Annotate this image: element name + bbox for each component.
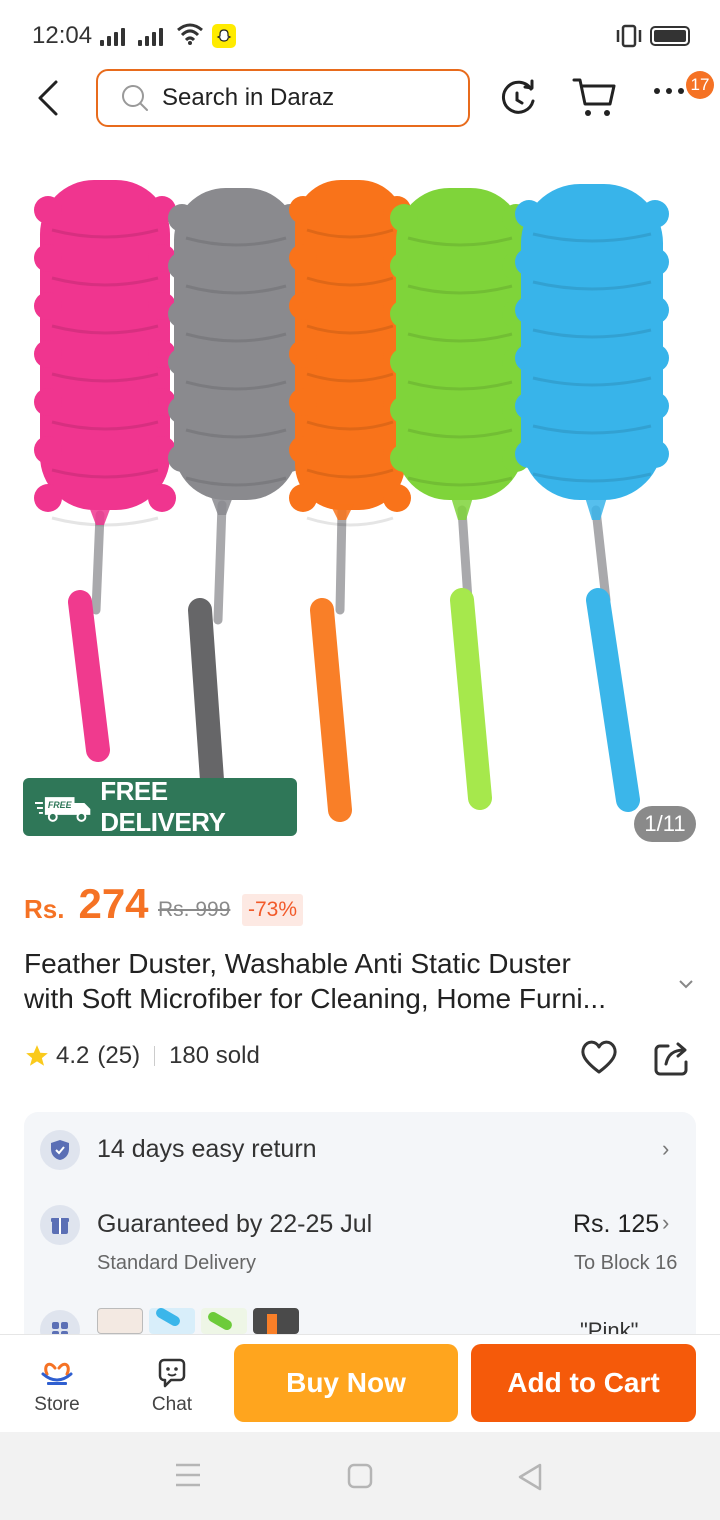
price: Rs. 274 bbox=[24, 880, 149, 928]
battery-icon bbox=[650, 26, 690, 46]
dusters-illustration bbox=[34, 180, 669, 822]
buy-now-button[interactable]: Buy Now bbox=[234, 1344, 458, 1422]
price-value: 274 bbox=[78, 880, 149, 927]
add-to-cart-button[interactable]: Add to Cart bbox=[471, 1344, 696, 1422]
variant-thumb[interactable] bbox=[253, 1308, 299, 1334]
cart-badge: 17 bbox=[686, 71, 714, 99]
price-currency: Rs. bbox=[24, 894, 65, 924]
duster-3 bbox=[289, 180, 411, 822]
return-policy-text[interactable]: 14 days easy return bbox=[97, 1135, 317, 1164]
search-placeholder: Search in Daraz bbox=[162, 84, 335, 111]
variant-icon bbox=[40, 1310, 80, 1334]
delivery-truck-icon: FREE bbox=[35, 797, 91, 822]
original-price: Rs. 999 bbox=[158, 898, 231, 921]
duster-4 bbox=[390, 188, 530, 810]
delivery-guarantee-text[interactable]: Guaranteed by 22-25 Jul bbox=[97, 1210, 372, 1239]
variant-thumb[interactable] bbox=[97, 1308, 143, 1334]
chevron-right-icon[interactable]: › bbox=[662, 1210, 669, 1236]
wifi-icon bbox=[177, 23, 203, 45]
discount-badge: -73% bbox=[242, 894, 304, 926]
free-delivery-badge: FREE FREE DELIVERY bbox=[23, 776, 297, 837]
back-icon[interactable] bbox=[30, 78, 70, 118]
delivery-fee: Rs. 125 bbox=[573, 1210, 660, 1238]
duster-2 bbox=[168, 188, 304, 792]
sold-count: 180 sold bbox=[169, 1042, 260, 1069]
search-input[interactable]: Search in Daraz bbox=[96, 69, 470, 127]
rating-row[interactable]: 4.2 (25) 180 sold bbox=[24, 1042, 260, 1070]
delivery-box-icon bbox=[40, 1205, 80, 1245]
chat-icon bbox=[158, 1358, 186, 1388]
signal-icon bbox=[138, 28, 163, 46]
signal-icon bbox=[100, 28, 125, 46]
free-small-text: FREE bbox=[48, 800, 73, 810]
share-icon[interactable] bbox=[652, 1038, 692, 1076]
variant-thumb[interactable] bbox=[201, 1308, 247, 1334]
duster-1 bbox=[34, 180, 176, 762]
rating-score: 4.2 bbox=[56, 1042, 90, 1069]
product-title[interactable]: Feather Duster, Washable Anti Static Dus… bbox=[24, 946, 674, 1016]
snapchat-icon bbox=[212, 24, 236, 48]
back-nav-icon[interactable] bbox=[516, 1462, 544, 1492]
divider bbox=[154, 1046, 156, 1066]
chat-label: Chat bbox=[151, 1394, 193, 1415]
title-line-1: Feather Duster, Washable Anti Static Dus… bbox=[24, 948, 571, 979]
delivery-location[interactable]: To Block 16 bbox=[574, 1252, 677, 1275]
heart-icon[interactable] bbox=[579, 1038, 619, 1076]
menu-icon[interactable] bbox=[174, 1462, 202, 1488]
title-line-2: with Soft Microfiber for Cleaning, Home … bbox=[24, 983, 606, 1014]
chevron-down-icon[interactable] bbox=[676, 974, 696, 994]
delivery-type: Standard Delivery bbox=[97, 1252, 256, 1274]
chevron-right-icon[interactable]: › bbox=[662, 1136, 669, 1162]
more-icon[interactable] bbox=[654, 88, 684, 94]
store-button[interactable]: Store bbox=[22, 1356, 92, 1416]
product-image[interactable] bbox=[0, 150, 720, 850]
vibrate-icon bbox=[616, 24, 642, 48]
status-bar: 12:04 bbox=[0, 0, 720, 70]
selected-variant[interactable]: "Pink" bbox=[580, 1318, 638, 1334]
duster-5 bbox=[515, 184, 669, 812]
star-icon bbox=[26, 1045, 48, 1066]
chat-button[interactable]: Chat bbox=[137, 1356, 207, 1416]
history-icon[interactable] bbox=[497, 77, 539, 119]
system-nav-bar bbox=[0, 1432, 720, 1520]
rating-count: (25) bbox=[97, 1042, 141, 1069]
cart-icon[interactable] bbox=[570, 74, 618, 120]
clock: 12:04 bbox=[32, 22, 93, 49]
free-delivery-text: FREE DELIVERY bbox=[100, 776, 226, 837]
home-icon[interactable] bbox=[346, 1462, 374, 1490]
store-icon bbox=[41, 1362, 73, 1385]
search-icon bbox=[122, 85, 148, 111]
return-shield-icon bbox=[40, 1130, 80, 1170]
store-label: Store bbox=[34, 1394, 80, 1415]
variant-thumb[interactable] bbox=[149, 1308, 195, 1334]
image-pager: 1/11 bbox=[634, 806, 696, 842]
